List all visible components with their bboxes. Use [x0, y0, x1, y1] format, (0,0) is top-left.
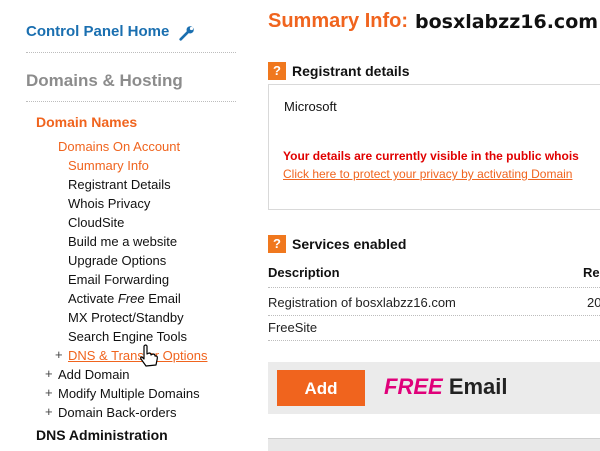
sidebar-item-summary-info[interactable]: Summary Info	[68, 158, 149, 173]
question-icon[interactable]: ?	[268, 62, 286, 80]
sidebar-item-build-website[interactable]: Build me a website	[68, 234, 177, 249]
page-title: Summary Info:	[268, 10, 409, 32]
add-free-email-button[interactable]: Add	[277, 370, 365, 406]
table-divider	[268, 340, 600, 341]
sidebar-separator	[26, 101, 236, 102]
sidebar-item-modify-multiple-domains[interactable]: Modify Multiple Domains	[58, 386, 200, 401]
privacy-protection-link[interactable]: Click here to protect your privacy by ac…	[283, 167, 572, 181]
activate-email-word: Email	[148, 291, 181, 306]
domain-name-title: bosxlabzz16.com	[415, 11, 599, 33]
sidebar-item-registrant-details[interactable]: Registrant Details	[68, 177, 171, 192]
plus-icon[interactable]: +	[45, 404, 53, 419]
activate-free-word: Free	[117, 291, 145, 306]
question-icon[interactable]: ?	[268, 235, 286, 253]
sidebar-item-mx-protect[interactable]: MX Protect/Standby	[68, 310, 184, 325]
visibility-warning: Your details are currently visible in th…	[283, 149, 579, 163]
email-word: Email	[448, 374, 508, 399]
activate-label: Activate	[68, 291, 115, 306]
column-header-description: Description	[268, 265, 340, 280]
sidebar-item-add-domain[interactable]: Add Domain	[58, 367, 130, 382]
domains-hosting-heading: Domains & Hosting	[26, 71, 183, 90]
table-cell-value: 20	[587, 295, 600, 310]
sidebar-item-search-engine-tools[interactable]: Search Engine Tools	[68, 329, 187, 344]
services-enabled-heading: Services enabled	[292, 236, 407, 252]
plus-icon[interactable]: +	[45, 366, 53, 381]
free-email-label: FREE Email	[384, 374, 508, 400]
sidebar-item-activate-free-email[interactable]: Activate Free Email	[68, 291, 181, 306]
sidebar: Control Panel Home Domains & Hosting Dom…	[0, 0, 240, 450]
table-cell-description: FreeSite	[268, 320, 318, 335]
wrench-icon[interactable]	[178, 24, 196, 42]
sidebar-item-cloudsite[interactable]: CloudSite	[68, 215, 124, 230]
plus-icon[interactable]: +	[55, 347, 63, 362]
control-panel-home-link[interactable]: Control Panel Home	[26, 23, 169, 40]
plus-icon[interactable]: +	[45, 385, 53, 400]
table-cell-description: Registration of bosxlabzz16.com	[268, 295, 456, 310]
registrant-name: Microsoft	[284, 99, 337, 114]
sidebar-item-upgrade-options[interactable]: Upgrade Options	[68, 253, 166, 268]
sidebar-item-email-forwarding[interactable]: Email Forwarding	[68, 272, 169, 287]
dns-administration-heading[interactable]: DNS Administration	[36, 427, 168, 443]
hand-pointer-icon	[140, 344, 158, 367]
free-word: FREE	[384, 374, 443, 399]
sidebar-item-domains-on-account[interactable]: Domains On Account	[58, 139, 180, 154]
sidebar-item-domain-back-orders[interactable]: Domain Back-orders	[58, 405, 177, 420]
sidebar-separator	[26, 52, 236, 53]
table-divider	[268, 315, 600, 316]
registrant-details-heading: Registrant details	[292, 63, 410, 79]
next-panel	[268, 438, 600, 451]
table-divider	[268, 287, 600, 288]
domain-names-heading[interactable]: Domain Names	[36, 114, 137, 130]
column-header-renewal: Re	[583, 265, 600, 280]
sidebar-item-whois-privacy[interactable]: Whois Privacy	[68, 196, 150, 211]
